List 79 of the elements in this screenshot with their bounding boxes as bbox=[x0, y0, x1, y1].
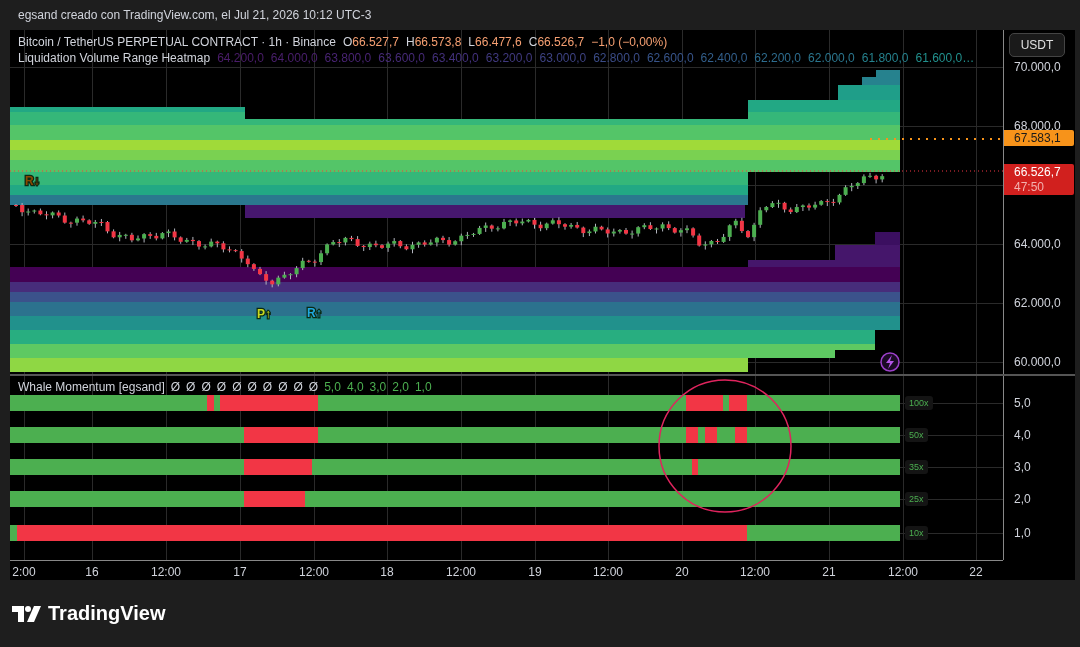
leverage-label: 25x bbox=[905, 492, 928, 506]
ohlc-value: 66.477,6 bbox=[475, 35, 522, 49]
heatmap-level-value: 64.200,0 bbox=[217, 51, 264, 65]
indicator-tick-label: 1,0 bbox=[1014, 526, 1031, 540]
indicator-value: Ø bbox=[293, 380, 303, 394]
heatmap-level-value: 62.600,0 bbox=[646, 51, 694, 65]
time-label: 16 bbox=[85, 565, 99, 579]
time-label: 19 bbox=[528, 565, 542, 579]
heatmap-level-value: 64.000,0 bbox=[270, 51, 318, 65]
price-tick-label: 62.000,0 bbox=[1014, 296, 1061, 310]
price-change: −1,0 (−0,00%) bbox=[591, 35, 668, 49]
signal-marker: P↑ bbox=[257, 307, 271, 321]
indicator-value: Ø bbox=[308, 380, 319, 394]
price-tick-label: 64.000,0 bbox=[1014, 237, 1061, 251]
price-line-tag: 67.583,1 bbox=[1004, 130, 1074, 146]
ohlc-label: C bbox=[528, 35, 538, 49]
price-tick-label: 68.000,0 bbox=[1014, 119, 1061, 133]
heatmap-level-value: 63.800,0 bbox=[324, 51, 372, 65]
leverage-label: 50x bbox=[905, 428, 928, 442]
time-label: 12:00 bbox=[740, 565, 770, 579]
ohlc-value: 66.573,8 bbox=[414, 35, 462, 49]
time-label: 2:00 bbox=[12, 565, 36, 579]
indicator-value: Ø bbox=[170, 380, 181, 394]
leverage-label: 100x bbox=[905, 396, 933, 410]
time-label: 17 bbox=[233, 565, 247, 579]
leverage-label: 35x bbox=[905, 460, 928, 474]
indicator-value: Ø bbox=[201, 380, 211, 394]
heatmap-level-value: 61.800,0 bbox=[861, 51, 909, 65]
signal-marker: R↑ bbox=[307, 306, 322, 320]
indicator-value: Ø bbox=[247, 380, 257, 394]
indicator-value: 1,0 bbox=[414, 380, 432, 394]
signal-marker: R↓ bbox=[25, 174, 40, 188]
price-tick-label: 70.000,0 bbox=[1014, 60, 1061, 74]
time-label: 12:00 bbox=[151, 565, 181, 579]
indicator-tick-label: 5,0 bbox=[1014, 396, 1031, 410]
heatmap-level-value: 63.000,0 bbox=[539, 51, 587, 65]
logo-text: TradingView bbox=[48, 602, 166, 625]
ohlc-label: O bbox=[342, 35, 353, 49]
currency-button[interactable]: USDT bbox=[1009, 33, 1065, 57]
time-label: 22 bbox=[969, 565, 983, 579]
heatmap-level-value: 63.200,0 bbox=[485, 51, 533, 65]
price-tick-label: 60.000,0 bbox=[1014, 355, 1061, 369]
time-label: 12:00 bbox=[593, 565, 623, 579]
heatmap-level-value: 61.600,0… bbox=[915, 51, 975, 65]
ohlc-label: H bbox=[405, 35, 415, 49]
indicator-value: 3,0 bbox=[369, 380, 387, 394]
time-label: 20 bbox=[675, 565, 689, 579]
ohlc-label: L bbox=[468, 35, 476, 49]
leverage-label: 10x bbox=[905, 526, 928, 540]
time-label: 12:00 bbox=[888, 565, 918, 579]
time-label: 12:00 bbox=[446, 565, 476, 579]
time-label: 12:00 bbox=[299, 565, 329, 579]
time-label: 21 bbox=[822, 565, 836, 579]
heatmap-level-value: 62.800,0 bbox=[593, 51, 640, 65]
time-label: 18 bbox=[380, 565, 394, 579]
indicator-value: Ø bbox=[262, 380, 273, 394]
ohlc-value: 66.526,7 bbox=[537, 35, 585, 49]
heatmap-level-value: 63.400,0 bbox=[432, 51, 479, 65]
indicator-value: Ø bbox=[216, 380, 227, 394]
heatmap-level-value: 63.600,0 bbox=[378, 51, 425, 65]
indicator-tick-label: 2,0 bbox=[1014, 492, 1031, 506]
indicator-value: 2,0 bbox=[392, 380, 409, 394]
indicator-value: Ø bbox=[278, 380, 288, 394]
indicator-title: Liquidation Volume Range Heatmap bbox=[18, 51, 211, 65]
indicator-value: 5,0 bbox=[324, 380, 341, 394]
heatmap-level-value: 62.200,0 bbox=[754, 51, 802, 65]
heatmap-level-value: 62.000,0 bbox=[808, 51, 855, 65]
last-price-value: 66.526,7 bbox=[1014, 165, 1062, 179]
indicator-tick-label: 3,0 bbox=[1014, 460, 1031, 474]
indicator-value: Ø bbox=[232, 380, 242, 394]
bar-countdown: 47:50 bbox=[1014, 180, 1046, 194]
indicator-value: Ø bbox=[186, 380, 196, 394]
chart-caption: egsand creado con TradingView.com, el Jul 21, 2026 10:12 UTC-3 bbox=[18, 8, 372, 22]
heatmap-level-value: 62.400,0 bbox=[700, 51, 748, 65]
indicator-tick-label: 4,0 bbox=[1014, 428, 1031, 442]
ohlc-value: 66.527,7 bbox=[352, 35, 399, 49]
indicator-value: 4,0 bbox=[346, 380, 364, 394]
indicator-title: Whale Momentum [egsand] bbox=[18, 380, 165, 394]
symbol-title: Bitcoin / TetherUS PERPETUAL CONTRACT · 1h · Binance bbox=[18, 35, 336, 49]
